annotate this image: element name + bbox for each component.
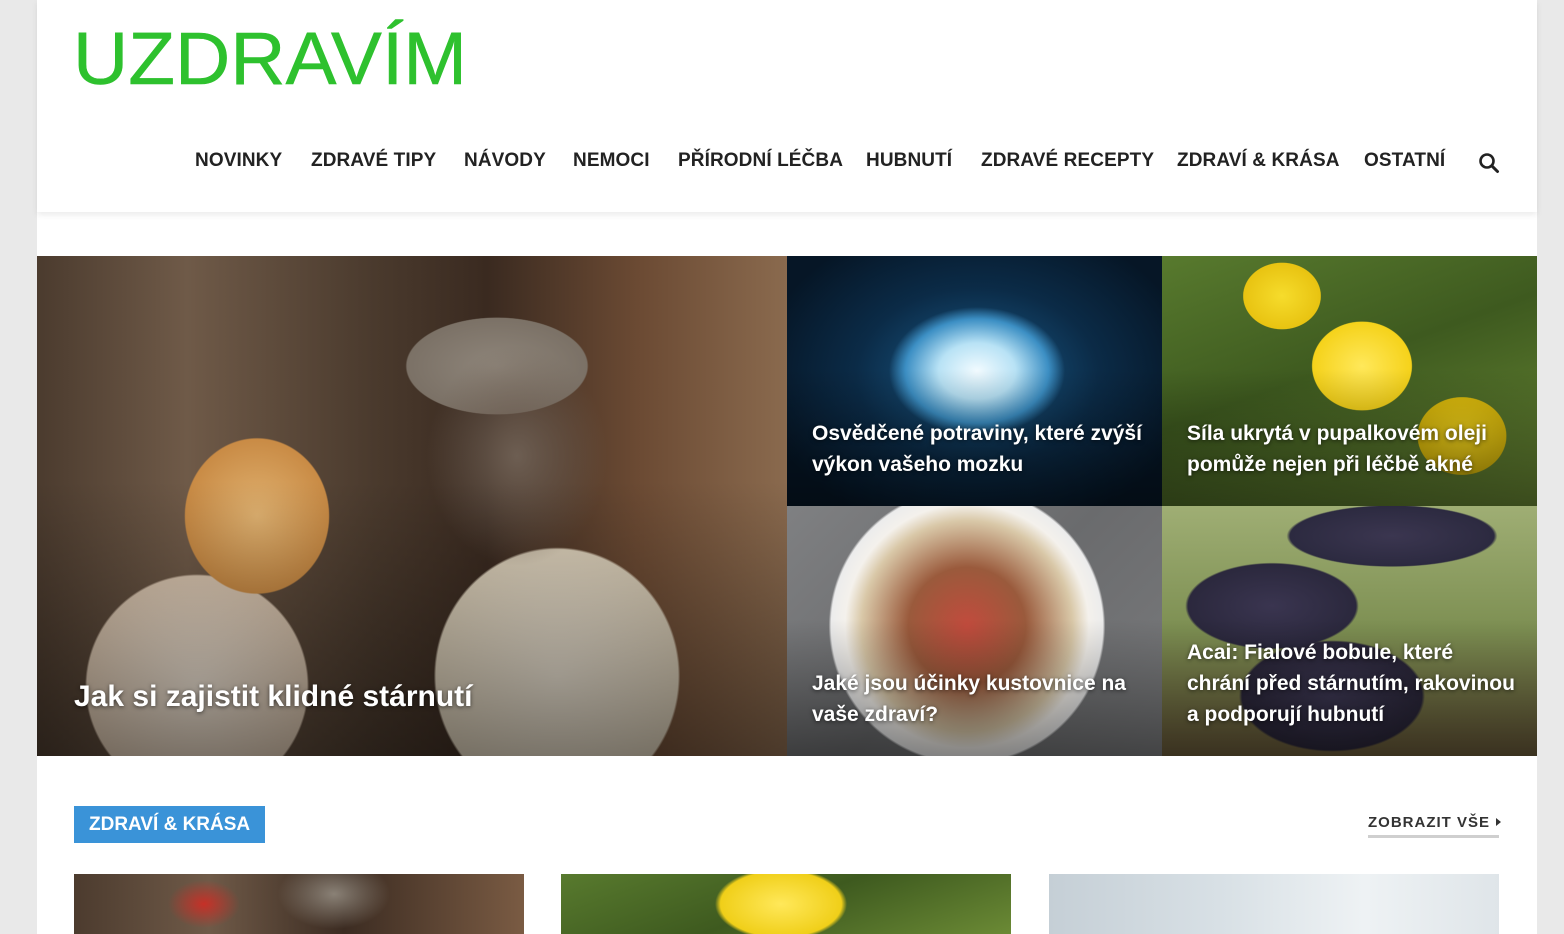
featured-tile[interactable]: Jaké jsou účinky kustovnice na vaše zdra… (787, 506, 1162, 756)
featured-grid: Jak si zajistit klidné stárnutí Osvědčen… (37, 256, 1537, 756)
site-logo[interactable]: UZDRAVÍM (73, 12, 473, 101)
featured-tile[interactable]: Osvědčené potraviny, které zvýší výkon v… (787, 256, 1162, 506)
featured-tile-title[interactable]: Síla ukrytá v pupalkovém oleji pomůže ne… (1187, 418, 1517, 480)
featured-tile-title[interactable]: Jaké jsou účinky kustovnice na vaše zdra… (812, 668, 1142, 730)
nav-item-navody[interactable]: NÁVODY (464, 145, 546, 177)
caret-right-icon (1496, 818, 1502, 826)
article-card-image[interactable] (74, 874, 524, 934)
nav-item-novinky[interactable]: NOVINKY (195, 145, 282, 177)
featured-main[interactable]: Jak si zajistit klidné stárnutí (37, 256, 787, 756)
section-title-badge[interactable]: ZDRAVÍ & KRÁSA (74, 806, 266, 843)
article-card-image[interactable] (1049, 874, 1499, 934)
image-shade (37, 481, 787, 756)
see-all-label: ZOBRAZIT VŠE (1368, 814, 1491, 831)
featured-main-title[interactable]: Jak si zajistit klidné stárnutí (74, 680, 472, 714)
nav-item-prirodni-lecba[interactable]: PŘÍRODNÍ LÉČBA (678, 145, 843, 177)
site-header: UZDRAVÍM NOVINKY ZDRAVÉ TIPY NÁVODY NEMO… (37, 0, 1537, 212)
article-card-image[interactable] (561, 874, 1011, 934)
nav-item-zdrave-recepty[interactable]: ZDRAVÉ RECEPTY (981, 145, 1154, 177)
nav-item-ostatni[interactable]: OSTATNÍ (1364, 145, 1445, 177)
featured-tile[interactable]: Síla ukrytá v pupalkovém oleji pomůže ne… (1162, 256, 1537, 506)
nav-item-hubnuti[interactable]: HUBNUTÍ (866, 145, 952, 177)
main-nav: NOVINKY ZDRAVÉ TIPY NÁVODY NEMOCI PŘÍROD… (37, 145, 1537, 177)
search-icon[interactable] (1477, 151, 1501, 175)
nav-item-zdravi-krasa[interactable]: ZDRAVÍ & KRÁSA (1177, 145, 1340, 177)
logo-wordmark: UZDRAVÍM (73, 17, 468, 101)
nav-item-zdrave-tipy[interactable]: ZDRAVÉ TIPY (311, 145, 436, 177)
featured-tile[interactable]: Acai: Fialové bobule, které chrání před … (1162, 506, 1537, 756)
logo-text: UZDRAVÍM (73, 17, 467, 98)
see-all-link[interactable]: ZOBRAZIT VŠE (1368, 814, 1502, 838)
featured-tile-title[interactable]: Acai: Fialové bobule, které chrání před … (1187, 637, 1517, 730)
nav-item-nemoci[interactable]: NEMOCI (573, 145, 650, 177)
page: UZDRAVÍM NOVINKY ZDRAVÉ TIPY NÁVODY NEMO… (37, 0, 1537, 934)
featured-tile-title[interactable]: Osvědčené potraviny, které zvýší výkon v… (812, 418, 1142, 480)
